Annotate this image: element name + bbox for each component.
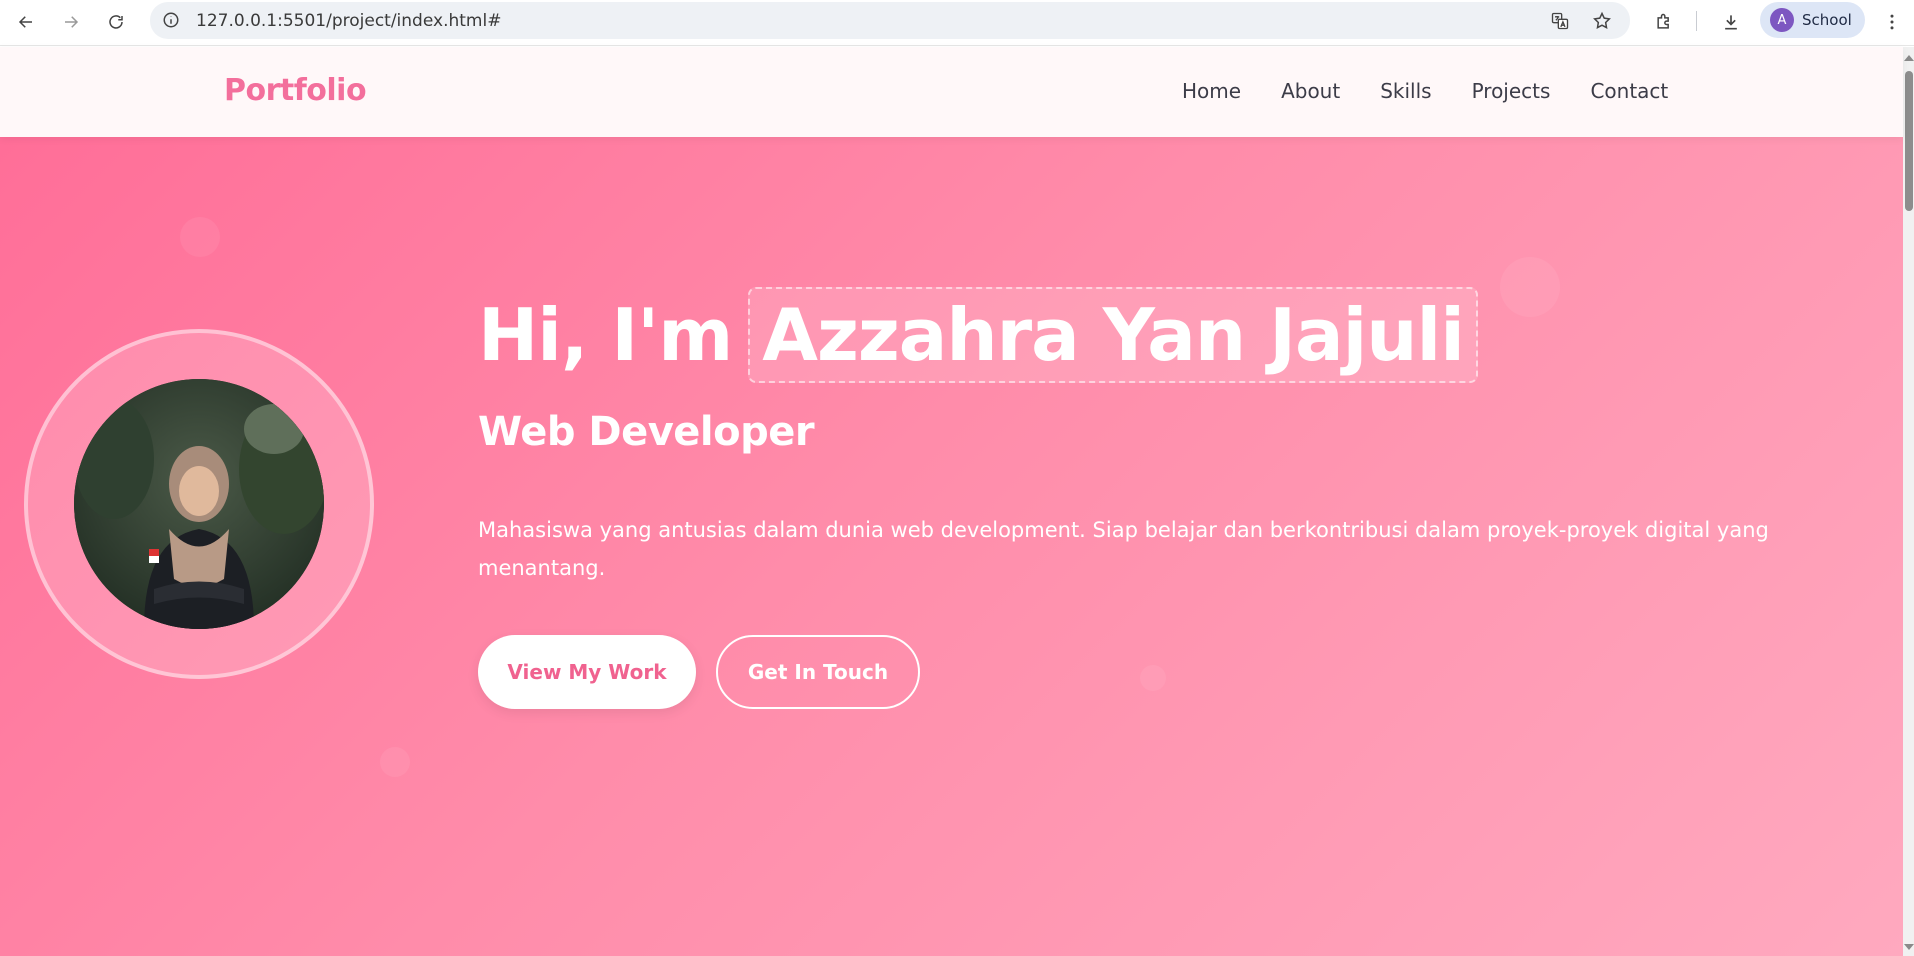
scroll-up-arrow-icon[interactable]: [1904, 55, 1914, 61]
profile-button[interactable]: A School: [1760, 2, 1865, 38]
extensions-button[interactable]: [1648, 6, 1680, 38]
hero-role: Web Developer: [478, 409, 815, 455]
profile-photo-ring: [24, 329, 374, 679]
reload-button[interactable]: [99, 5, 133, 39]
site-info-icon[interactable]: [162, 11, 180, 29]
browser-menu-button[interactable]: [1876, 6, 1908, 38]
decorative-bubble: [380, 747, 410, 777]
avatar: A: [1770, 8, 1794, 32]
downloads-button[interactable]: [1715, 6, 1747, 38]
hero-name: Azzahra Yan Jajuli: [748, 287, 1478, 383]
address-bar[interactable]: 127.0.0.1:5501/project/index.html#: [150, 2, 1630, 39]
nav-link-skills[interactable]: Skills: [1380, 79, 1431, 103]
main-nav: Home About Skills Projects Contact: [1182, 79, 1668, 103]
translate-icon[interactable]: [1550, 11, 1570, 31]
toolbar-separator: [1696, 11, 1697, 31]
url-text[interactable]: 127.0.0.1:5501/project/index.html#: [196, 11, 501, 31]
profile-photo: [74, 379, 324, 629]
decorative-bubble: [1140, 665, 1166, 691]
page-scrollbar[interactable]: [1903, 47, 1914, 956]
hero-section: Hi, I'm Azzahra Yan Jajuli Web Developer…: [0, 137, 1903, 956]
site-header: Portfolio Home About Skills Projects Con…: [0, 47, 1903, 137]
profile-name: School: [1802, 11, 1852, 29]
puzzle-icon: [1657, 13, 1669, 29]
nav-link-contact[interactable]: Contact: [1590, 79, 1668, 103]
hero-greeting: Hi, I'm: [478, 293, 733, 377]
hero-description: Mahasiswa yang antusias dalam dunia web …: [478, 518, 1769, 580]
nav-link-about[interactable]: About: [1281, 79, 1340, 103]
nav-link-home[interactable]: Home: [1182, 79, 1241, 103]
browser-toolbar: 127.0.0.1:5501/project/index.html# A Sch…: [0, 0, 1914, 46]
bookmark-star-icon[interactable]: [1592, 11, 1612, 31]
hero-title: Hi, I'm Azzahra Yan Jajuli: [478, 287, 1478, 383]
kebab-menu-icon: [1890, 14, 1894, 30]
get-in-touch-button[interactable]: Get In Touch: [716, 635, 920, 709]
forward-button[interactable]: [54, 5, 88, 39]
profile-photo-illustration: [74, 379, 324, 629]
scroll-down-arrow-icon[interactable]: [1904, 944, 1914, 950]
scrollbar-thumb[interactable]: [1905, 71, 1913, 211]
decorative-bubble: [1500, 257, 1560, 317]
reload-icon: [109, 15, 123, 29]
arrow-left-icon: [18, 16, 32, 28]
download-icon: [1725, 15, 1737, 30]
view-my-work-button[interactable]: View My Work: [478, 635, 696, 709]
site-logo[interactable]: Portfolio: [224, 73, 367, 108]
arrow-right-icon: [65, 16, 79, 28]
back-button[interactable]: [9, 5, 43, 39]
decorative-bubble: [180, 217, 220, 257]
nav-link-projects[interactable]: Projects: [1472, 79, 1551, 103]
